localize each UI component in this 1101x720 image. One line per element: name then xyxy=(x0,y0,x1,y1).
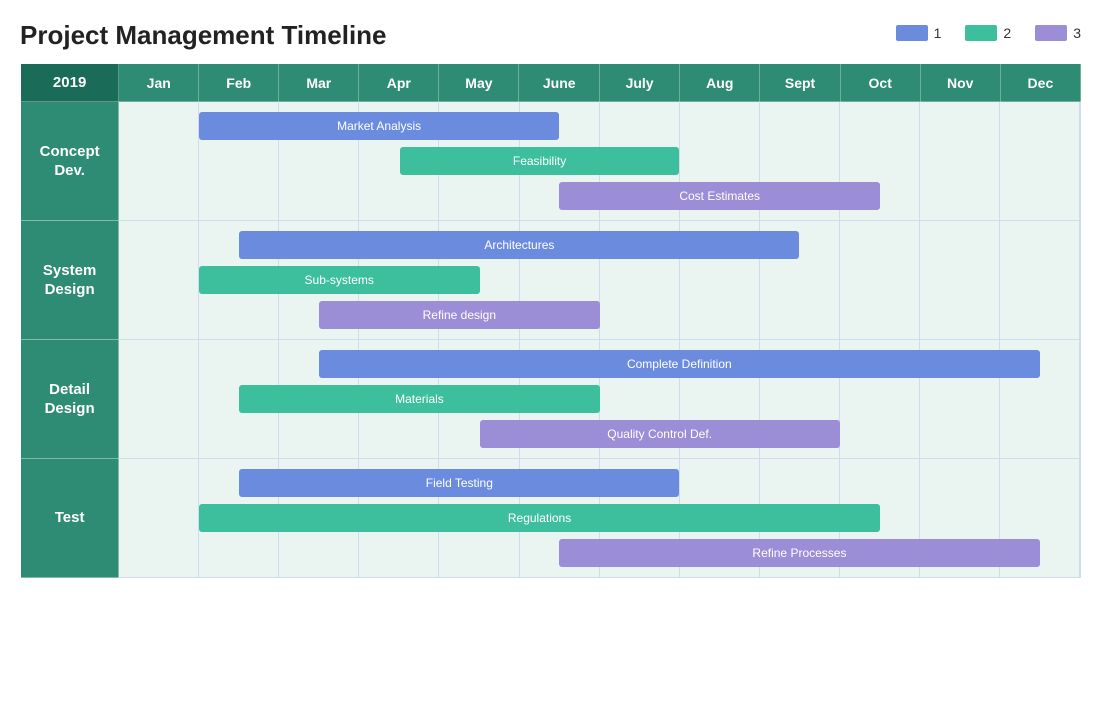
bar-system-design-0: Architectures xyxy=(119,231,1080,259)
bar-label-system-design-1: Sub-systems xyxy=(199,266,480,294)
bar-label-concept-dev-1: Feasibility xyxy=(400,147,680,175)
month-header-sept: Sept xyxy=(760,64,840,102)
bar-detail-design-0: Complete Definition xyxy=(119,350,1080,378)
month-header-dec: Dec xyxy=(1000,64,1080,102)
bar-label-test-0: Field Testing xyxy=(239,469,679,497)
bar-detail-design-1: Materials xyxy=(119,385,1080,413)
bar-system-design-2: Refine design xyxy=(119,301,1080,329)
month-header-nov: Nov xyxy=(920,64,1000,102)
legend-item-3: 3 xyxy=(1035,25,1081,41)
month-header-oct: Oct xyxy=(840,64,920,102)
bar-concept-dev-2: Cost Estimates xyxy=(119,182,1080,210)
bar-concept-dev-0: Market Analysis xyxy=(119,112,1080,140)
section-content-concept-dev: Market Analysis Feasibility Cost Estimates xyxy=(119,102,1081,221)
bar-test-0: Field Testing xyxy=(119,469,1080,497)
month-header-aug: Aug xyxy=(680,64,760,102)
section-content-test: Field Testing Regulations Refine Processes xyxy=(119,459,1081,578)
month-header-may: May xyxy=(439,64,519,102)
bar-test-2: Refine Processes xyxy=(119,539,1080,567)
bar-label-test-1: Regulations xyxy=(199,504,880,532)
bar-label-detail-design-2: Quality Control Def. xyxy=(480,420,840,448)
month-header-jan: Jan xyxy=(119,64,199,102)
legend: 1 2 3 xyxy=(896,25,1081,41)
bar-label-system-design-2: Refine design xyxy=(319,301,600,329)
month-header-june: June xyxy=(519,64,599,102)
section-label-test: Test xyxy=(21,459,119,578)
legend-item-2: 2 xyxy=(965,25,1011,41)
month-header-feb: Feb xyxy=(199,64,279,102)
section-label-concept-dev: ConceptDev. xyxy=(21,102,119,221)
gantt-chart: 2019JanFebMarAprMayJuneJulyAugSeptOctNov… xyxy=(20,63,1081,578)
bar-test-1: Regulations xyxy=(119,504,1080,532)
bar-label-detail-design-1: Materials xyxy=(239,385,599,413)
bar-label-concept-dev-2: Cost Estimates xyxy=(559,182,880,210)
month-header-mar: Mar xyxy=(279,64,359,102)
year-header: 2019 xyxy=(21,64,119,102)
bar-label-test-2: Refine Processes xyxy=(559,539,1039,567)
bar-label-system-design-0: Architectures xyxy=(239,231,799,259)
section-label-system-design: SystemDesign xyxy=(21,221,119,340)
section-content-system-design: Architectures Sub-systems Refine design xyxy=(119,221,1081,340)
bar-label-concept-dev-0: Market Analysis xyxy=(199,112,559,140)
month-header-july: July xyxy=(599,64,679,102)
month-header-apr: Apr xyxy=(359,64,439,102)
legend-item-1: 1 xyxy=(896,25,942,41)
bar-detail-design-2: Quality Control Def. xyxy=(119,420,1080,448)
bar-system-design-1: Sub-systems xyxy=(119,266,1080,294)
bar-concept-dev-1: Feasibility xyxy=(119,147,1080,175)
section-label-detail-design: DetailDesign xyxy=(21,340,119,459)
section-content-detail-design: Complete Definition Materials Quality Cont… xyxy=(119,340,1081,459)
bar-label-detail-design-0: Complete Definition xyxy=(319,350,1040,378)
